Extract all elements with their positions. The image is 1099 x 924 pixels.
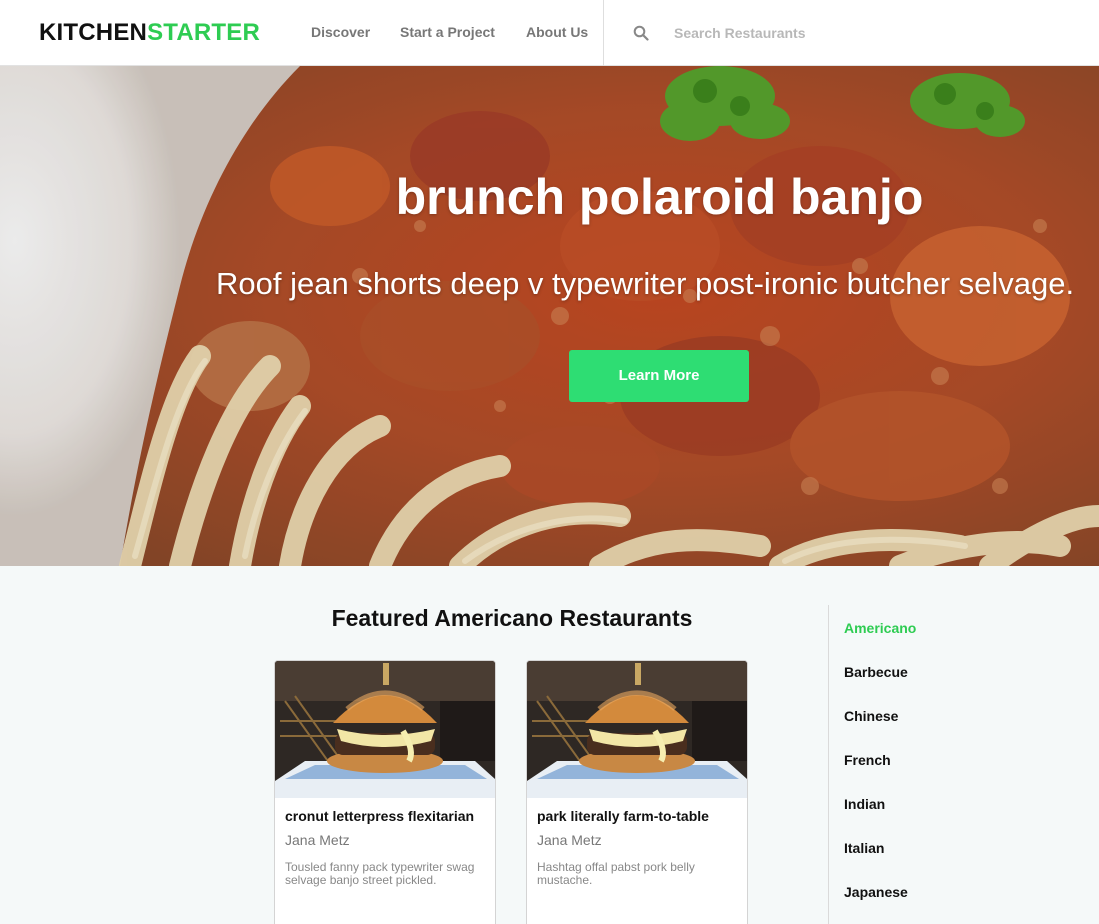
burger-image — [527, 661, 747, 798]
kitchenstarter-logo[interactable]: KITCHENSTARTER — [39, 19, 260, 47]
search-icon[interactable] — [633, 25, 649, 41]
hero-title: brunch polaroid banjo — [395, 169, 924, 225]
restaurant-card[interactable]: cronut letterpress flexitarian Jana Metz… — [274, 660, 496, 924]
top-navbar: KITCHENSTARTER Discover Start a Project … — [0, 0, 1099, 66]
sidebar-item-japanese[interactable]: Japanese — [844, 884, 908, 901]
logo-part-kitchen: KITCHEN — [39, 19, 148, 46]
sidebar-item-indian[interactable]: Indian — [844, 796, 885, 813]
sidebar-item-americano[interactable]: Americano — [844, 620, 916, 637]
hero-subtitle: Roof jean shorts deep v typewriter post-… — [216, 266, 1075, 301]
card-author: Jana Metz — [537, 832, 602, 848]
restaurant-card[interactable]: park literally farm-to-table Jana Metz H… — [526, 660, 748, 924]
nav-about-us-link[interactable]: About Us — [526, 24, 588, 40]
card-description: Tousled fanny pack typewriter swag selva… — [285, 860, 475, 887]
card-description: Hashtag offal pabst pork belly mustache. — [537, 860, 695, 887]
sidebar-item-italian[interactable]: Italian — [844, 840, 884, 857]
card-author: Jana Metz — [285, 832, 350, 848]
hero-banner: brunch polaroid banjo Roof jean shorts d… — [0, 66, 1099, 566]
card-title[interactable]: cronut letterpress flexitarian — [285, 808, 474, 825]
sidebar-item-barbecue[interactable]: Barbecue — [844, 664, 908, 681]
search-restaurants-input[interactable] — [664, 20, 1084, 46]
sidebar-item-french[interactable]: French — [844, 752, 891, 769]
learn-more-button[interactable]: Learn More — [569, 350, 749, 402]
header-divider — [603, 0, 604, 66]
sidebar-divider — [828, 605, 829, 924]
burger-image — [275, 661, 495, 798]
card-title[interactable]: park literally farm-to-table — [537, 808, 709, 825]
nav-start-project-link[interactable]: Start a Project — [400, 24, 495, 40]
sidebar-item-chinese[interactable]: Chinese — [844, 708, 898, 725]
logo-part-starter: STARTER — [147, 19, 261, 46]
featured-section-title: Featured Americano Restaurants — [331, 605, 693, 631]
hero-pasta-image — [0, 66, 1099, 566]
nav-discover-link[interactable]: Discover — [311, 24, 370, 40]
